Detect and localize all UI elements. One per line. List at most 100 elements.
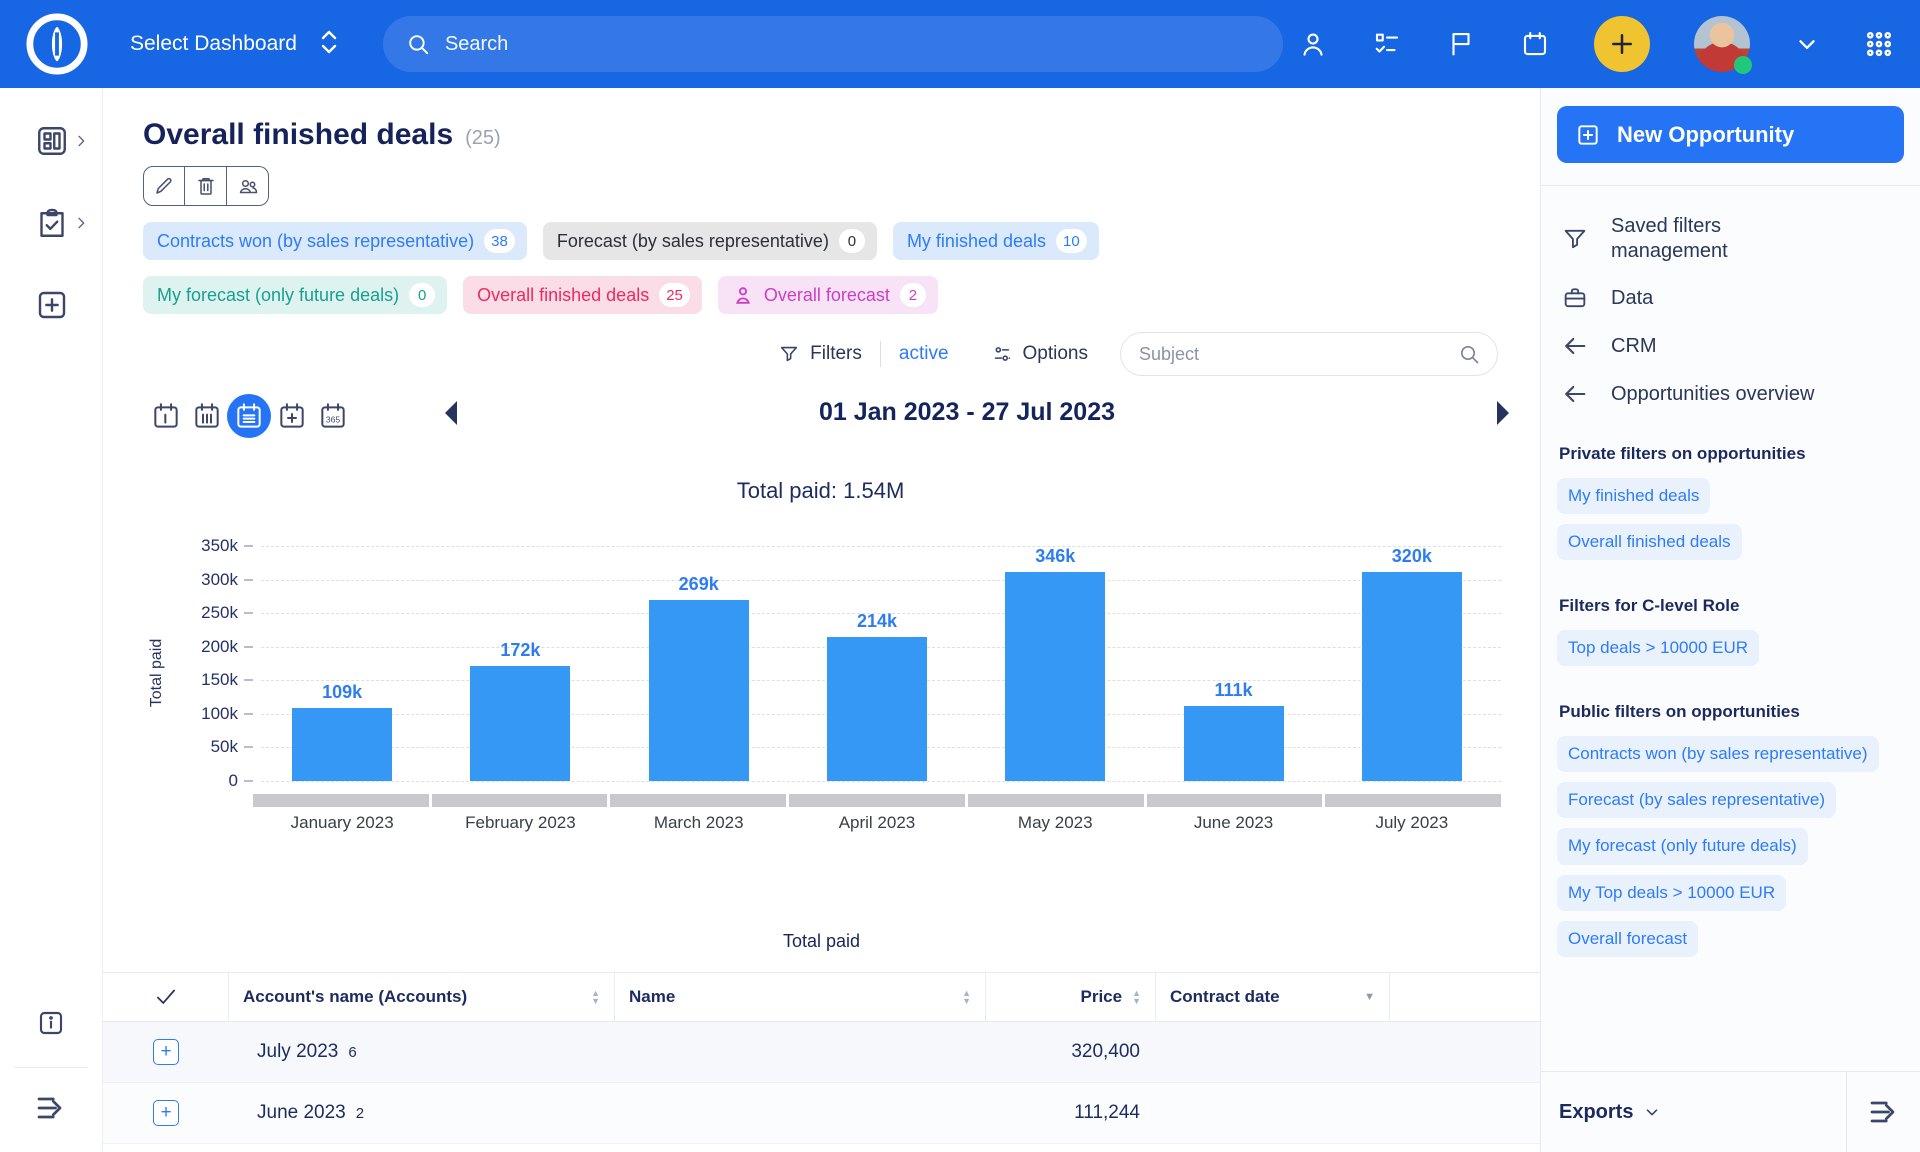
main-content: Overall finished deals (25) Contracts wo… (103, 88, 1540, 1152)
menu-crm-back[interactable]: CRM (1557, 322, 1904, 370)
scrollbar-segment[interactable] (432, 794, 608, 807)
saved-filter-link[interactable]: Contracts won (by sales representative) (1557, 736, 1879, 772)
bar-column: 346k (966, 546, 1144, 781)
filter-chip[interactable]: Forecast (by sales representative) 0 (543, 222, 877, 260)
chart-scrollbar[interactable] (253, 794, 1501, 807)
scrollbar-segment[interactable] (1147, 794, 1323, 807)
saved-filter-link[interactable]: Top deals > 10000 EUR (1557, 630, 1759, 666)
user-avatar[interactable] (1694, 16, 1750, 72)
bar-value-label: 111k (1215, 680, 1253, 701)
table-row[interactable]: + June 2023 2 111,244 (103, 1083, 1540, 1144)
filters-button[interactable]: Filters (778, 343, 862, 365)
collapse-panel-button[interactable] (1846, 1072, 1920, 1152)
bar-value-label: 269k (679, 574, 719, 595)
info-button[interactable] (0, 1007, 102, 1039)
scrollbar-segment[interactable] (253, 794, 429, 807)
previous-period-button[interactable] (443, 400, 459, 426)
saved-filter-link[interactable]: My forecast (only future deals) (1557, 828, 1808, 864)
subject-search[interactable] (1120, 332, 1498, 376)
period-day-icon[interactable] (145, 395, 186, 437)
group-count: 6 (348, 1044, 356, 1061)
scrollbar-segment[interactable] (789, 794, 965, 807)
x-axis-labels: January 2023February 2023March 2023April… (253, 813, 1501, 833)
calendar-icon[interactable] (1520, 29, 1550, 59)
sidebar-item-dashboards[interactable] (0, 114, 103, 168)
bar[interactable] (1362, 572, 1462, 781)
search-input[interactable] (445, 33, 1261, 56)
plus-square-icon (1575, 122, 1601, 148)
subject-input[interactable] (1139, 344, 1457, 365)
add-new-button[interactable] (1594, 16, 1650, 72)
saved-filter-link[interactable]: Overall forecast (1557, 921, 1698, 957)
divider (1541, 185, 1920, 186)
bar[interactable] (470, 666, 570, 781)
people-icon (236, 174, 260, 198)
saved-filter-link[interactable]: Forecast (by sales representative) (1557, 782, 1836, 818)
sidebar-item-projects[interactable] (0, 196, 103, 250)
options-button[interactable]: Options (991, 343, 1088, 365)
column-header-name[interactable]: Name ▲▼ (615, 973, 986, 1021)
saved-filter-link[interactable]: Overall finished deals (1557, 524, 1742, 560)
bar-column: 214k (788, 546, 966, 781)
share-button[interactable] (227, 166, 269, 206)
list-controls: Filters active Options (143, 332, 1540, 376)
dashboard-selector[interactable]: Select Dashboard (130, 27, 339, 62)
filter-chip[interactable]: Overall forecast 2 (718, 276, 938, 314)
filter-chip[interactable]: Contracts won (by sales representative) … (143, 222, 527, 260)
scrollbar-segment[interactable] (1325, 794, 1501, 807)
expand-group-button[interactable]: + (153, 1100, 179, 1126)
menu-data[interactable]: Data (1557, 274, 1904, 322)
new-opportunity-button[interactable]: New Opportunity (1557, 106, 1904, 163)
scrollbar-segment[interactable] (610, 794, 786, 807)
select-all-header[interactable] (103, 973, 229, 1021)
next-period-button[interactable] (1495, 400, 1511, 426)
group-label: July 2023 (257, 1041, 338, 1063)
record-count: (25) (465, 127, 501, 150)
scrollbar-segment[interactable] (968, 794, 1144, 807)
chip-count-badge: 25 (659, 283, 690, 307)
bar[interactable] (827, 637, 927, 781)
saved-filter-link[interactable]: My Top deals > 10000 EUR (1557, 875, 1786, 911)
active-filters-link[interactable]: active (899, 343, 949, 365)
expand-sidebar-button[interactable] (0, 1068, 102, 1152)
edit-button[interactable] (143, 166, 185, 206)
period-quarter-icon[interactable] (271, 395, 312, 437)
exports-dropdown[interactable]: Exports (1541, 1072, 1846, 1152)
period-year-icon[interactable]: 365 (312, 395, 353, 437)
column-header-contract-date[interactable]: Contract date ▼ (1156, 973, 1390, 1021)
left-sidebar (0, 88, 103, 1152)
account-chevron-down-icon[interactable] (1794, 31, 1820, 57)
filter-chip[interactable]: My forecast (only future deals) 0 (143, 276, 447, 314)
user-icon[interactable] (1298, 29, 1328, 59)
apps-grid-icon[interactable] (1864, 29, 1894, 59)
saved-filter-link[interactable]: My finished deals (1557, 478, 1710, 514)
bar-column: 111k (1144, 546, 1322, 781)
period-week-icon[interactable] (186, 395, 227, 437)
checkmark-icon (153, 984, 179, 1010)
period-month-icon[interactable] (227, 394, 271, 438)
expand-group-button[interactable]: + (153, 1039, 179, 1065)
delete-button[interactable] (185, 166, 227, 206)
column-header-account[interactable]: Account's name (Accounts) ▲▼ (229, 973, 615, 1021)
bar[interactable] (1184, 706, 1284, 781)
bar[interactable] (1005, 572, 1105, 781)
column-header-price[interactable]: Price ▲▼ (986, 973, 1156, 1021)
sidebar-item-create[interactable] (0, 278, 103, 332)
app-logo-icon[interactable] (26, 13, 88, 75)
group-price: 111,244 (986, 1102, 1156, 1124)
group-label: June 2023 (257, 1102, 346, 1124)
menu-saved-filters-management[interactable]: Saved filters management (1557, 204, 1904, 274)
chart-title: Total paid: 1.54M (143, 478, 1498, 504)
chart-plot-area: 109k172k269k214k346k111k320k (253, 546, 1501, 781)
bar[interactable] (292, 708, 392, 781)
global-search[interactable] (383, 16, 1283, 72)
table-row[interactable]: + July 2023 6 320,400 (103, 1022, 1540, 1083)
menu-opportunities-overview-back[interactable]: Opportunities overview (1557, 370, 1904, 418)
bar[interactable] (649, 600, 749, 781)
filter-chip[interactable]: My finished deals 10 (893, 222, 1099, 260)
tasks-icon[interactable] (1372, 29, 1402, 59)
x-axis-label: January 2023 (253, 813, 431, 833)
flag-icon[interactable] (1446, 29, 1476, 59)
group-price: 320,400 (986, 1041, 1156, 1063)
filter-chip[interactable]: Overall finished deals 25 (463, 276, 702, 314)
